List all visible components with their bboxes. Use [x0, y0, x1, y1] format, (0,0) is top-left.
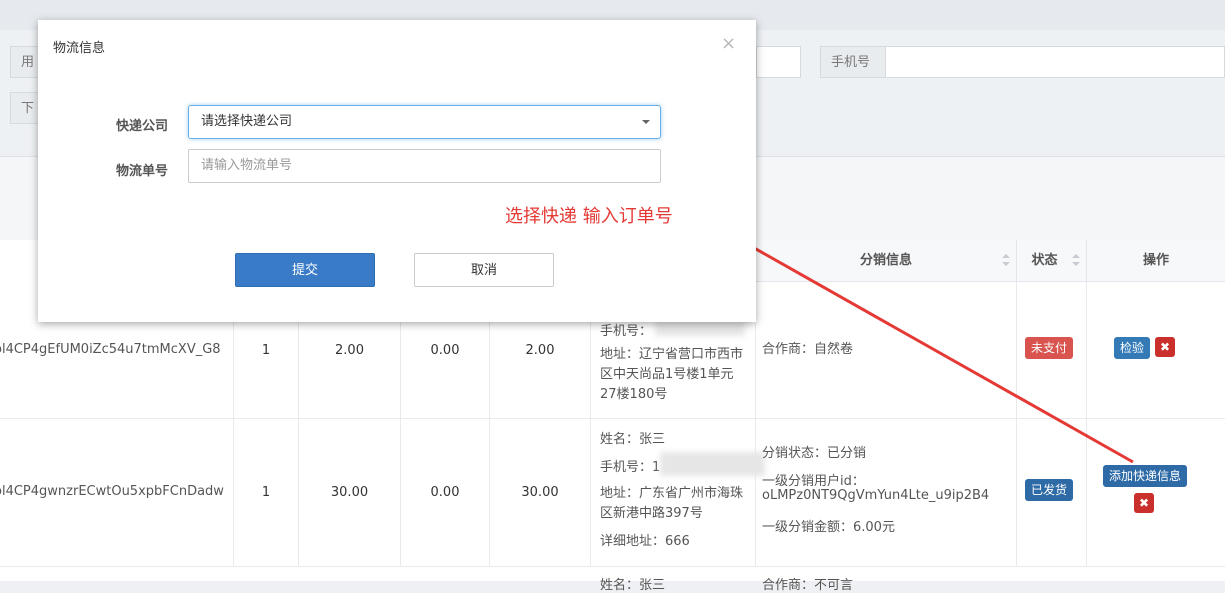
tracking-placeholder: 请输入物流单号: [201, 158, 293, 173]
chevron-down-icon: [642, 120, 650, 124]
tracking-number-input[interactable]: 请输入物流单号: [188, 149, 661, 183]
cancel-button[interactable]: 取消: [414, 253, 554, 287]
close-icon[interactable]: ×: [721, 33, 736, 54]
submit-button[interactable]: 提交: [235, 253, 375, 287]
logistics-modal: 物流信息 × 快递公司 请选择快递公司 物流单号 请输入物流单号 选择快递 输入…: [38, 20, 756, 322]
tracking-label: 物流单号: [116, 164, 169, 179]
modal-title: 物流信息: [53, 41, 106, 56]
annotation-text: 选择快递 输入订单号: [505, 206, 673, 227]
courier-select[interactable]: 请选择快递公司: [188, 105, 661, 139]
courier-label: 快递公司: [116, 119, 169, 134]
courier-select-value: 请选择快递公司: [201, 114, 293, 129]
